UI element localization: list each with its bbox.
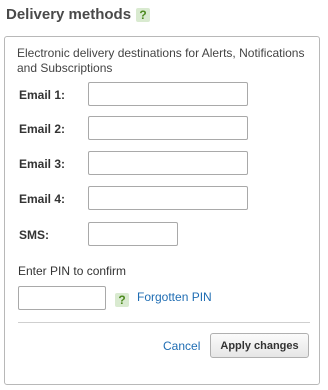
- email-2-label: Email 2:: [19, 122, 66, 136]
- email-4-label: Email 4:: [19, 192, 66, 206]
- help-icon[interactable]: ?: [136, 7, 151, 22]
- email-3-field[interactable]: [88, 151, 248, 175]
- delivery-methods-panel: Electronic delivery destinations for Ale…: [4, 36, 320, 385]
- cancel-link[interactable]: Cancel: [163, 339, 200, 353]
- email-3-label: Email 3:: [19, 157, 66, 171]
- pin-help[interactable]: ?: [115, 291, 129, 309]
- sms-label: SMS:: [19, 228, 49, 242]
- section-title: Delivery methods: [6, 6, 132, 23]
- sms-field[interactable]: [88, 222, 178, 246]
- apply-changes-button[interactable]: Apply changes: [210, 333, 309, 358]
- panel-description: Electronic delivery destinations for Ale…: [17, 46, 305, 75]
- pin-field[interactable]: [18, 286, 106, 310]
- email-2-field[interactable]: [88, 116, 248, 140]
- email-1-field[interactable]: [88, 82, 248, 106]
- pin-label: Enter PIN to confirm: [18, 264, 127, 278]
- divider: [18, 322, 310, 323]
- question-mark-icon[interactable]: ?: [115, 293, 129, 307]
- email-1-label: Email 1:: [19, 88, 66, 102]
- email-4-field[interactable]: [88, 186, 248, 210]
- forgotten-pin-link[interactable]: Forgotten PIN: [137, 290, 212, 304]
- section-header: Delivery methods ?: [6, 6, 151, 23]
